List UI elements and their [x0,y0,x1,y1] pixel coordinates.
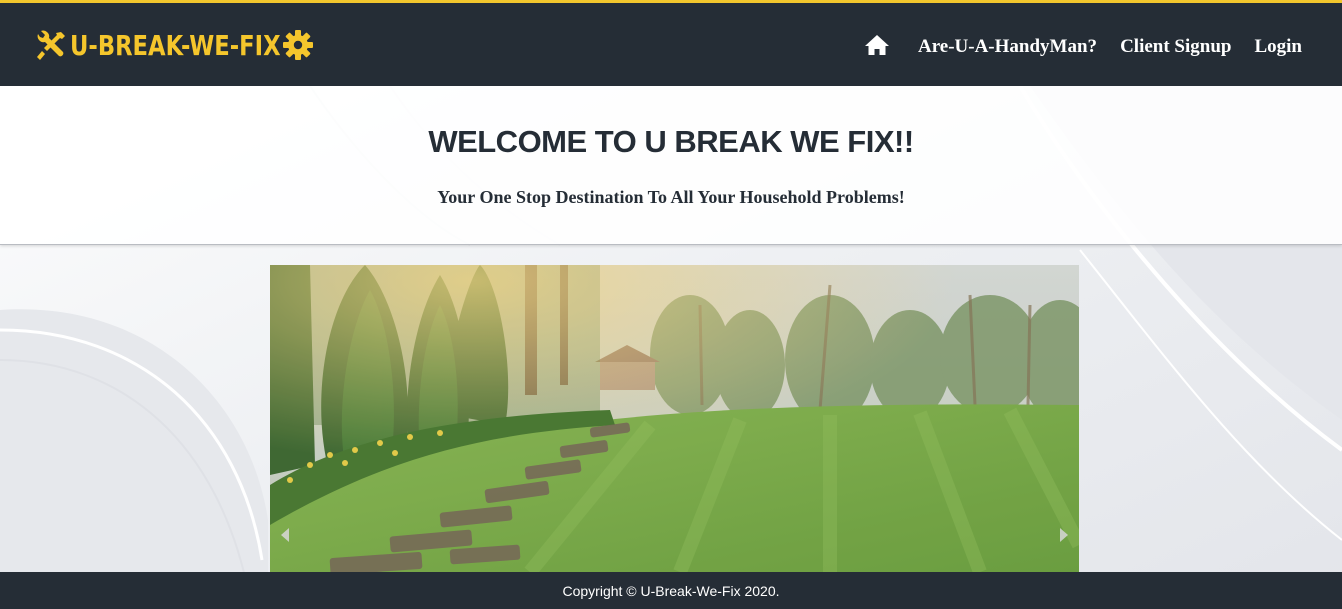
nav-handyman-link[interactable]: Are-U-A-HandyMan? [918,36,1097,58]
brand-name: U-BREAK-WE-FIX [70,28,281,62]
welcome-banner: WELCOME TO U BREAK WE FIX!! Your One Sto… [0,86,1342,245]
home-icon [864,34,890,60]
page-subtitle: Your One Stop Destination To All Your Ho… [437,187,905,207]
chevron-right-icon[interactable] [1054,523,1074,547]
image-carousel[interactable] [270,265,1079,572]
nav-login-link[interactable]: Login [1254,36,1302,58]
nav-client-signup-link[interactable]: Client Signup [1120,36,1231,58]
tools-icon [34,29,68,61]
page-footer: Copyright © U-Break-We-Fix 2020. [0,572,1342,609]
gear-icon [282,29,314,61]
chevron-left-icon[interactable] [275,523,295,547]
brand-logo-link[interactable]: U-BREAK-WE-FIX [34,27,314,63]
copyright-text: Copyright © U-Break-We-Fix 2020. [562,582,780,599]
garden-lawn-photo [270,265,1079,572]
top-navbar: U-BREAK-WE-FIX Are-U-A-HandyMan? Client … [0,0,1342,86]
page-title: WELCOME TO U BREAK WE FIX!! [428,124,914,159]
nav-links: Are-U-A-HandyMan? Client Signup Login [864,29,1302,65]
home-link[interactable] [864,34,890,60]
